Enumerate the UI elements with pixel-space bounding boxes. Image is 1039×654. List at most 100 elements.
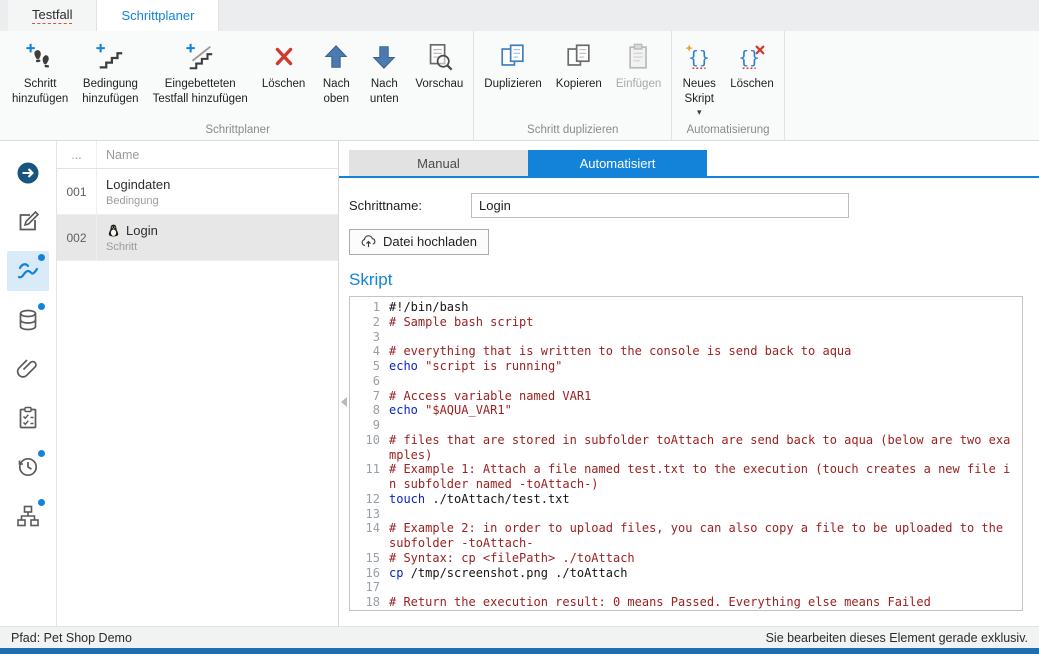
sidebar-item-attachments[interactable] (7, 349, 49, 389)
code-text: echo "$AQUA_VAR1" (389, 403, 1017, 418)
document-tab-schrittplaner[interactable]: Schrittplaner (97, 0, 219, 31)
ribbon: Schritt hinzufügen Bedingung hinzufügen Ei… (0, 31, 1039, 141)
ribbon-group-schritt-duplizieren: DuplizierenKopierenEinfügenSchritt dupli… (474, 31, 672, 140)
sidebar-item-test-data[interactable] (7, 300, 49, 340)
ribbon-button-move-down[interactable]: Nach unten (360, 36, 408, 111)
steps-list: 001LogindatenBedingung002LoginSchritt (57, 169, 338, 626)
line-number: 14 (350, 521, 389, 551)
code-text (389, 330, 1017, 345)
add-condition-icon (93, 40, 127, 74)
ribbon-button-duplicate[interactable]: Duplizieren (477, 36, 549, 96)
ribbon-button-copy[interactable]: Kopieren (549, 36, 609, 96)
ribbon-button-preview[interactable]: Vorschau (408, 36, 470, 96)
sidebar-item-steps[interactable] (7, 251, 49, 291)
ribbon-button-add-condition[interactable]: Bedingung hinzufügen (75, 36, 145, 111)
code-line: 11# Example 1: Attach a file named test.… (350, 462, 1017, 492)
code-line: 17 (350, 580, 1017, 595)
ribbon-button-label: Vorschau (415, 77, 463, 92)
paperclip-icon (16, 357, 40, 381)
line-number: 6 (350, 374, 389, 389)
document-tab-label: Schrittplaner (121, 8, 194, 23)
ribbon-button-new-script[interactable]: {} Neues Skript▾ (675, 36, 723, 121)
code-editor[interactable]: 1#!/bin/bash2# Sample bash script3 4# ev… (349, 296, 1023, 611)
document-tab-testfall[interactable]: Testfall (8, 0, 97, 31)
code-text (389, 374, 1017, 389)
ribbon-button-delete-step[interactable]: Löschen (255, 36, 312, 96)
ribbon-button-paste[interactable]: Einfügen (609, 36, 668, 96)
steps-panel: ... Name 001LogindatenBedingung002LoginS… (57, 141, 339, 626)
ribbon-button-add-embedded-testcase[interactable]: Eingebetteten Testfall hinzufügen (146, 36, 255, 111)
edit-pencil-icon (16, 210, 40, 234)
step-row[interactable]: 002LoginSchritt (57, 215, 338, 261)
upload-file-label: Datei hochladen (383, 234, 477, 249)
code-line: 10# files that are stored in subfolder t… (350, 433, 1017, 463)
code-line: 6 (350, 374, 1017, 389)
sidebar-item-checklist[interactable] (7, 398, 49, 438)
code-text: # Return the execution result: 0 means P… (389, 595, 1017, 610)
line-number: 7 (350, 389, 389, 404)
step-name-input[interactable] (471, 193, 849, 218)
line-number: 8 (350, 403, 389, 418)
statusbar-lock-info: Sie bearbeiten dieses Element gerade exk… (766, 631, 1028, 645)
notification-dot (38, 450, 45, 457)
statusbar: Pfad: Pet Shop Demo Sie bearbeiten diese… (0, 626, 1039, 648)
code-text: #!/bin/bash (389, 300, 1017, 315)
line-number: 12 (350, 492, 389, 507)
code-line: 7# Access variable named VAR1 (350, 389, 1017, 404)
code-text: # Sample bash script (389, 315, 1017, 330)
editor-tabbar: ManualAutomatisiert (339, 150, 1039, 178)
bottom-accent-strip (0, 648, 1039, 654)
code-text: exit 0 (389, 610, 1017, 611)
ribbon-group-title: Automatisierung (675, 123, 780, 140)
copy-icon (562, 40, 596, 74)
script-heading: Skript (349, 270, 1039, 290)
arrow-circle-icon (16, 161, 40, 185)
ribbon-button-delete-script[interactable]: {} Löschen (723, 36, 780, 96)
sitemap-icon (16, 504, 40, 528)
step-type-label: Schritt (106, 241, 158, 253)
sidebar-item-details[interactable] (7, 153, 49, 193)
ribbon-button-label: Kopieren (556, 77, 602, 92)
ribbon-group-title: Schrittplaner (5, 123, 470, 140)
code-line: 18# Return the execution result: 0 means… (350, 595, 1017, 610)
sidebar-item-description[interactable] (7, 202, 49, 242)
steps-list-header: ... Name (57, 141, 338, 169)
collapse-panel-handle[interactable] (339, 389, 348, 415)
code-text: # Access variable named VAR1 (389, 389, 1017, 404)
line-number: 3 (350, 330, 389, 345)
code-text (389, 580, 1017, 595)
tab-manual[interactable]: Manual (349, 150, 528, 176)
line-number: 16 (350, 566, 389, 581)
code-line: 5echo "script is running" (350, 359, 1017, 374)
code-line: 16cp /tmp/screenshot.png ./toAttach (350, 566, 1017, 581)
code-line: 1#!/bin/bash (350, 300, 1017, 315)
upload-file-button[interactable]: Datei hochladen (349, 229, 489, 255)
steps-column-name[interactable]: Name (97, 141, 139, 168)
tab-automatisiert[interactable]: Automatisiert (528, 150, 707, 176)
svg-text:{}: {} (689, 48, 710, 69)
ribbon-button-label: Neues Skript (683, 77, 716, 107)
code-text: # Example 1: Attach a file named test.tx… (389, 462, 1017, 492)
notification-dot (38, 254, 45, 261)
ribbon-button-move-up[interactable]: Nach oben (312, 36, 360, 111)
step-number: 001 (57, 169, 97, 214)
code-line: 13 (350, 507, 1017, 522)
sidebar-item-dependencies[interactable] (7, 496, 49, 536)
ribbon-button-label: Bedingung hinzufügen (82, 77, 138, 107)
line-number: 10 (350, 433, 389, 463)
linux-penguin-icon (106, 223, 121, 238)
code-line: 9 (350, 418, 1017, 433)
dropdown-chevron-icon[interactable]: ▾ (697, 108, 702, 117)
sidebar-item-history[interactable] (7, 447, 49, 487)
ribbon-button-label: Schritt hinzufügen (12, 77, 68, 107)
line-number: 17 (350, 580, 389, 595)
step-row[interactable]: 001LogindatenBedingung (57, 169, 338, 215)
svg-text:{}: {} (738, 48, 759, 69)
code-line: 4# everything that is written to the con… (350, 344, 1017, 359)
ribbon-button-label: Eingebetteten Testfall hinzufügen (153, 77, 248, 107)
notification-dot (38, 499, 45, 506)
ribbon-button-add-step[interactable]: Schritt hinzufügen (5, 36, 75, 111)
steps-column-menu[interactable]: ... (57, 141, 97, 168)
add-embedded-testcase-icon (183, 40, 217, 74)
ribbon-button-label: Löschen (730, 77, 773, 92)
